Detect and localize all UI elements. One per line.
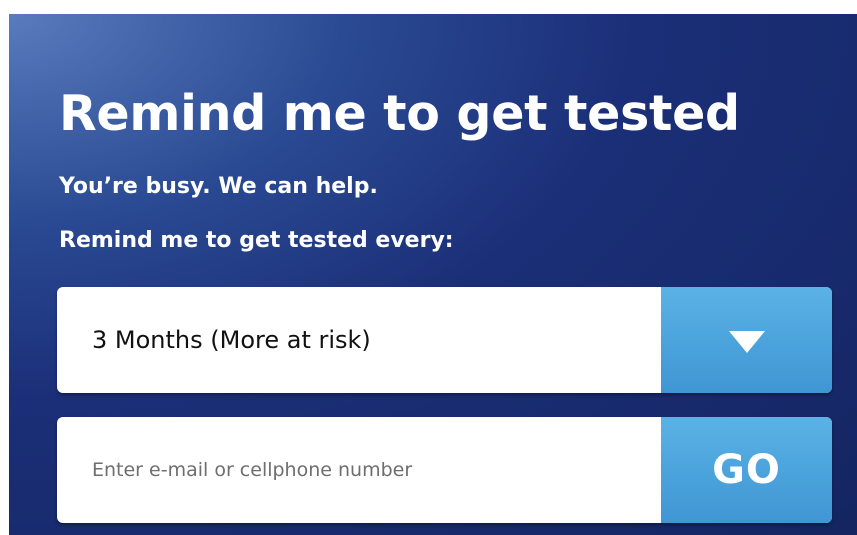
frequency-prompt: Remind me to get tested every: bbox=[59, 228, 454, 253]
go-button[interactable]: GO bbox=[661, 417, 832, 523]
contact-form: GO bbox=[57, 417, 832, 523]
widget-title: Remind me to get tested bbox=[59, 85, 740, 142]
triangle-down-icon bbox=[728, 331, 765, 353]
frequency-selected-value: 3 Months (More at risk) bbox=[92, 326, 371, 354]
dropdown-toggle-button[interactable] bbox=[661, 287, 832, 393]
frequency-dropdown[interactable]: 3 Months (More at risk) bbox=[57, 287, 832, 393]
contact-input[interactable] bbox=[57, 417, 657, 523]
reminder-panel: Remind me to get tested You’re busy. We … bbox=[9, 14, 857, 535]
widget-subtitle: You’re busy. We can help. bbox=[59, 174, 378, 199]
